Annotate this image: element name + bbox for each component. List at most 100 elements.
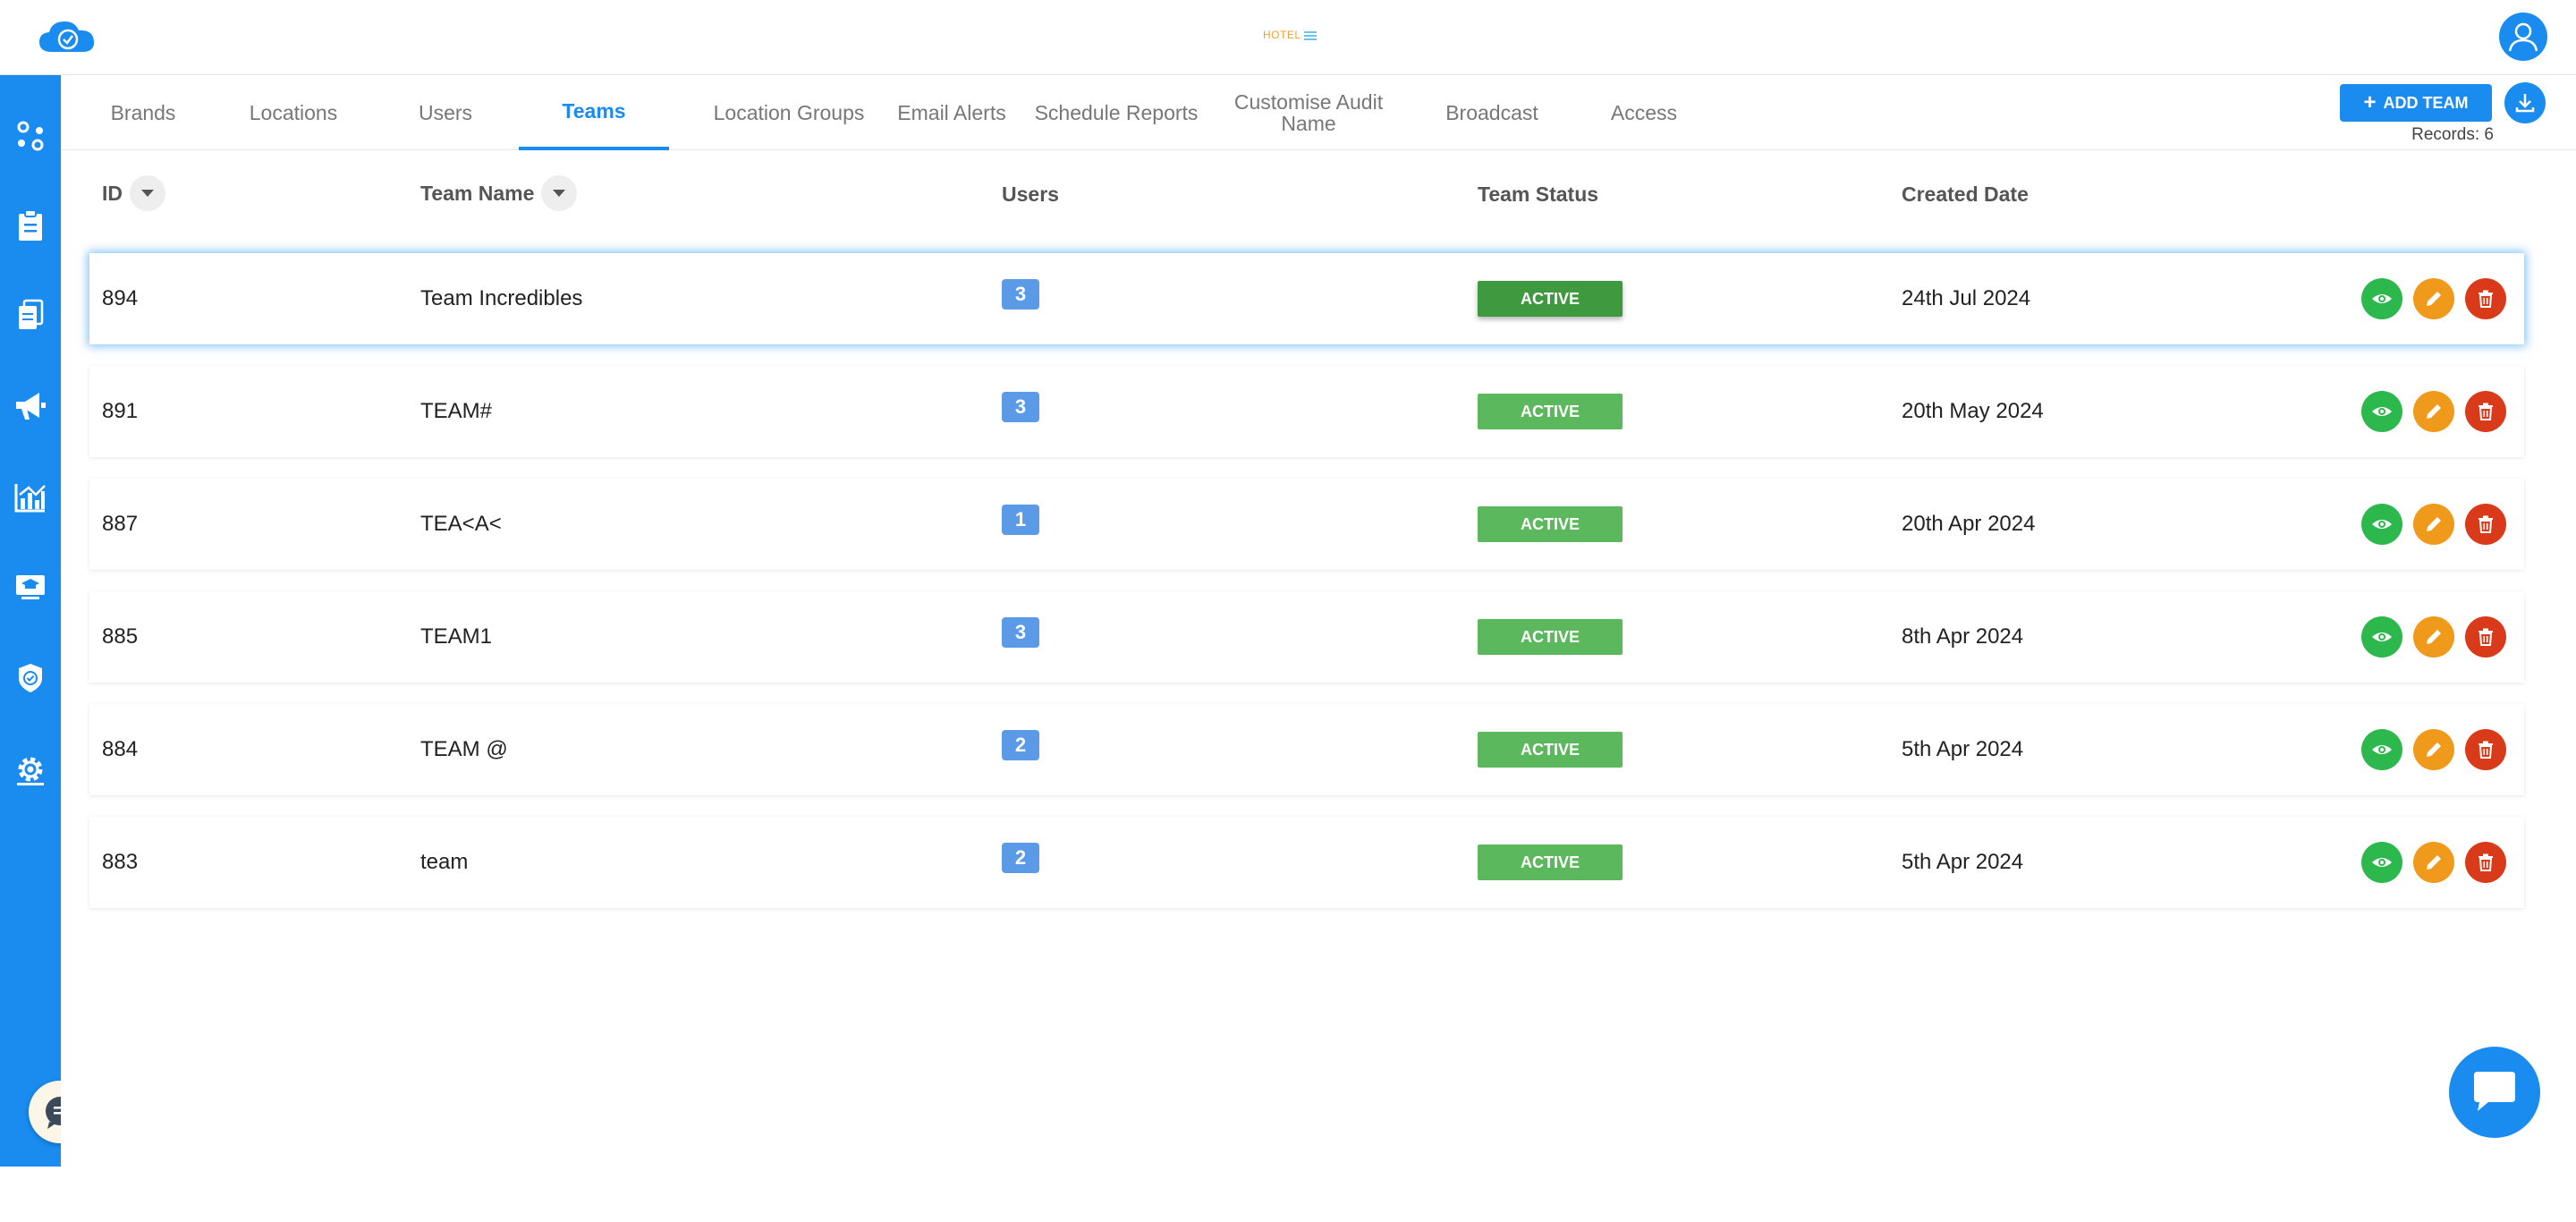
users-count-badge[interactable]: 2 (1002, 730, 1039, 760)
column-label: Created Date (1902, 182, 2029, 206)
tab-access[interactable]: Access (1581, 75, 1707, 150)
users-count-badge[interactable]: 3 (1002, 279, 1039, 310)
dashboard-icon[interactable] (13, 118, 48, 154)
download-icon (2515, 94, 2535, 113)
column-header-team-status: Team Status (1478, 182, 1598, 207)
column-header-created-date: Created Date (1902, 182, 2029, 207)
edit-button[interactable] (2413, 729, 2454, 770)
eye-icon (2372, 294, 2392, 303)
top-bar: HOTEL (0, 0, 2576, 75)
delete-button[interactable] (2465, 391, 2506, 432)
training-icon[interactable] (13, 569, 48, 605)
add-team-button[interactable]: + ADD TEAM (2340, 84, 2492, 122)
created-date: 5th Apr 2024 (1902, 737, 2024, 761)
gear-icon[interactable] (13, 751, 48, 787)
users-count-cell: 2 (1002, 817, 1039, 908)
edit-button[interactable] (2413, 616, 2454, 658)
analytics-icon[interactable] (13, 479, 48, 515)
delete-button[interactable] (2465, 729, 2506, 770)
view-button[interactable] (2361, 278, 2402, 319)
users-count-cell: 3 (1002, 366, 1039, 457)
sort-dropdown-icon[interactable] (130, 175, 165, 211)
table-row[interactable]: 885 TEAM1 3 ACTIVE 8th Apr 2024 (89, 591, 2524, 683)
clipboard-icon[interactable] (13, 208, 48, 243)
brand-text: HOTEL (1263, 29, 1301, 41)
team-name: TEA<A< (420, 512, 502, 536)
users-count-badge[interactable]: 3 (1002, 392, 1039, 422)
team-name: TEAM @ (420, 737, 508, 761)
users-count-cell: 3 (1002, 591, 1039, 683)
team-id: 891 (102, 399, 139, 423)
column-label: ID (102, 181, 123, 205)
view-button[interactable] (2361, 504, 2402, 545)
column-label: Users (1002, 182, 1059, 206)
table-row[interactable]: 891 TEAM# 3 ACTIVE 20th May 2024 (89, 366, 2524, 457)
tab-customise-audit-name[interactable]: Customise Audit Name (1224, 75, 1394, 150)
brand-logo: HOTEL (1263, 29, 1317, 41)
user-avatar[interactable] (2499, 13, 2547, 61)
tab-teams[interactable]: Teams (519, 75, 669, 150)
users-count-cell: 1 (1002, 479, 1039, 570)
cloud-check-logo-icon[interactable] (36, 18, 98, 57)
delete-button[interactable] (2465, 504, 2506, 545)
pencil-icon (2427, 855, 2441, 870)
team-name: team (420, 850, 469, 874)
sort-dropdown-icon[interactable] (541, 175, 578, 211)
chat-button[interactable] (2449, 1047, 2540, 1138)
delete-button[interactable] (2465, 278, 2506, 319)
tab-broadcast[interactable]: Broadcast (1420, 75, 1563, 150)
pencil-icon (2427, 743, 2441, 757)
pencil-icon (2427, 630, 2441, 644)
edit-button[interactable] (2413, 504, 2454, 545)
status-cell: ACTIVE (1478, 817, 1623, 908)
table-row[interactable]: 883 team 2 ACTIVE 5th Apr 2024 (89, 817, 2524, 908)
users-count-badge[interactable]: 2 (1002, 843, 1039, 873)
chat-icon (2474, 1072, 2515, 1111)
delete-button[interactable] (2465, 616, 2506, 658)
view-button[interactable] (2361, 729, 2402, 770)
edit-button[interactable] (2413, 842, 2454, 883)
documents-icon[interactable] (13, 297, 48, 333)
column-header-team-name: Team Name (420, 175, 578, 211)
users-count-cell: 3 (1002, 253, 1039, 344)
tab-locations[interactable]: Locations (231, 75, 356, 150)
eye-icon (2372, 745, 2392, 754)
team-id: 887 (102, 512, 139, 536)
main-content: Brands Locations Users Teams Location Gr… (61, 75, 2576, 1167)
edit-button[interactable] (2413, 278, 2454, 319)
plus-icon: + (2363, 90, 2377, 115)
table-row[interactable]: 887 TEA<A< 1 ACTIVE 20th Apr 2024 (89, 479, 2524, 570)
status-badge: ACTIVE (1478, 844, 1623, 880)
brand-bars-icon (1303, 30, 1317, 40)
users-count-badge[interactable]: 3 (1002, 617, 1039, 648)
records-count: Records: 6 (2411, 125, 2494, 144)
pencil-icon (2427, 404, 2441, 419)
users-count-badge[interactable]: 1 (1002, 505, 1039, 535)
trash-icon (2479, 515, 2493, 533)
trash-icon (2479, 290, 2493, 308)
team-name: Team Incredibles (420, 286, 583, 310)
status-badge: ACTIVE (1478, 619, 1623, 655)
column-header-id: ID (102, 175, 165, 211)
eye-icon (2372, 407, 2392, 416)
pencil-icon (2427, 292, 2441, 306)
team-name: TEAM1 (420, 624, 493, 649)
status-badge: ACTIVE (1478, 732, 1623, 768)
view-button[interactable] (2361, 842, 2402, 883)
megaphone-icon[interactable] (13, 388, 48, 424)
tab-brands[interactable]: Brands (80, 75, 206, 150)
delete-button[interactable] (2465, 842, 2506, 883)
table-row[interactable]: 884 TEAM @ 2 ACTIVE 5th Apr 2024 (89, 704, 2524, 795)
status-badge: ACTIVE (1478, 281, 1623, 317)
created-date: 20th Apr 2024 (1902, 512, 2036, 536)
table-row[interactable]: 894 Team Incredibles 3 ACTIVE 24th Jul 2… (89, 253, 2524, 344)
view-button[interactable] (2361, 391, 2402, 432)
shield-icon[interactable] (13, 660, 48, 696)
view-button[interactable] (2361, 616, 2402, 658)
edit-button[interactable] (2413, 391, 2454, 432)
tab-users[interactable]: Users (383, 75, 508, 150)
tab-schedule-reports[interactable]: Schedule Reports (1009, 75, 1224, 150)
pencil-icon (2427, 517, 2441, 531)
download-button[interactable] (2504, 82, 2546, 123)
trash-icon (2479, 403, 2493, 420)
